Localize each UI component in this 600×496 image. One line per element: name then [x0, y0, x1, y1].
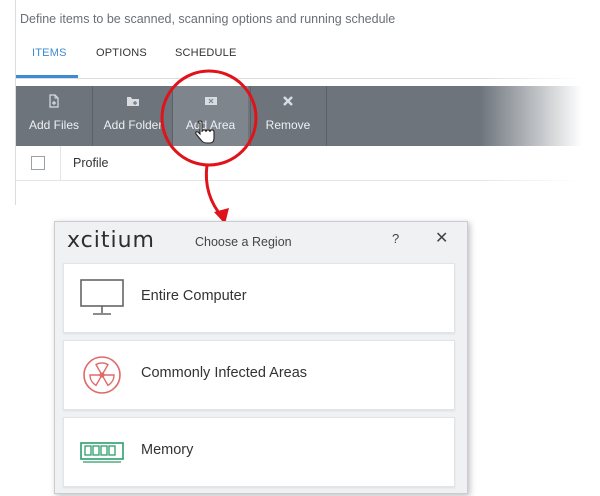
- memory-label: Memory: [141, 442, 194, 458]
- add-area-label: Add Area: [185, 118, 236, 132]
- remove-icon: [280, 94, 296, 110]
- close-button[interactable]: ✕: [435, 228, 448, 248]
- add-area-icon: [203, 94, 219, 110]
- help-button[interactable]: ?: [392, 231, 399, 246]
- entire-computer-label: Entire Computer: [141, 288, 247, 304]
- column-divider: [60, 146, 61, 180]
- toolbar-divider: [250, 86, 251, 146]
- add-folder-button[interactable]: Add Folder: [100, 86, 166, 146]
- tab-items[interactable]: ITEMS: [32, 47, 67, 59]
- add-folder-icon: [125, 94, 141, 110]
- panel-description: Define items to be scanned, scanning opt…: [20, 12, 396, 26]
- dialog-title: Choose a Region: [195, 235, 292, 249]
- toolbar-divider: [326, 86, 327, 146]
- tab-schedule[interactable]: SCHEDULE: [175, 47, 237, 59]
- commonly-infected-areas-label: Commonly Infected Areas: [141, 365, 308, 381]
- scan-profile-panel: Define items to be scanned, scanning opt…: [0, 0, 600, 212]
- choose-region-dialog: xcitium Choose a Region ? ✕ Entire Compu…: [54, 221, 468, 494]
- memory-chip-icon: [80, 442, 124, 463]
- active-tab-indicator: [16, 75, 78, 78]
- region-option-entire-computer[interactable]: Entire Computer: [63, 263, 455, 333]
- add-file-icon: [46, 94, 62, 110]
- add-files-label: Add Files: [28, 118, 80, 132]
- add-folder-label: Add Folder: [103, 118, 163, 132]
- add-files-button[interactable]: Add Files: [22, 86, 86, 146]
- region-option-memory[interactable]: Memory: [63, 417, 455, 487]
- right-edge-fade: [480, 0, 600, 212]
- tab-options[interactable]: OPTIONS: [96, 47, 147, 59]
- column-header-profile[interactable]: Profile: [73, 156, 108, 170]
- region-option-commonly-infected-areas[interactable]: Commonly Infected Areas: [63, 340, 455, 410]
- remove-button[interactable]: Remove: [256, 86, 320, 146]
- toolbar-divider: [92, 86, 93, 146]
- remove-label: Remove: [265, 118, 311, 132]
- radiation-icon: [83, 356, 121, 394]
- add-area-button[interactable]: Add Area: [173, 86, 248, 146]
- monitor-icon: [80, 279, 124, 315]
- xcitium-logo: xcitium: [67, 228, 155, 253]
- select-all-checkbox[interactable]: [31, 156, 45, 170]
